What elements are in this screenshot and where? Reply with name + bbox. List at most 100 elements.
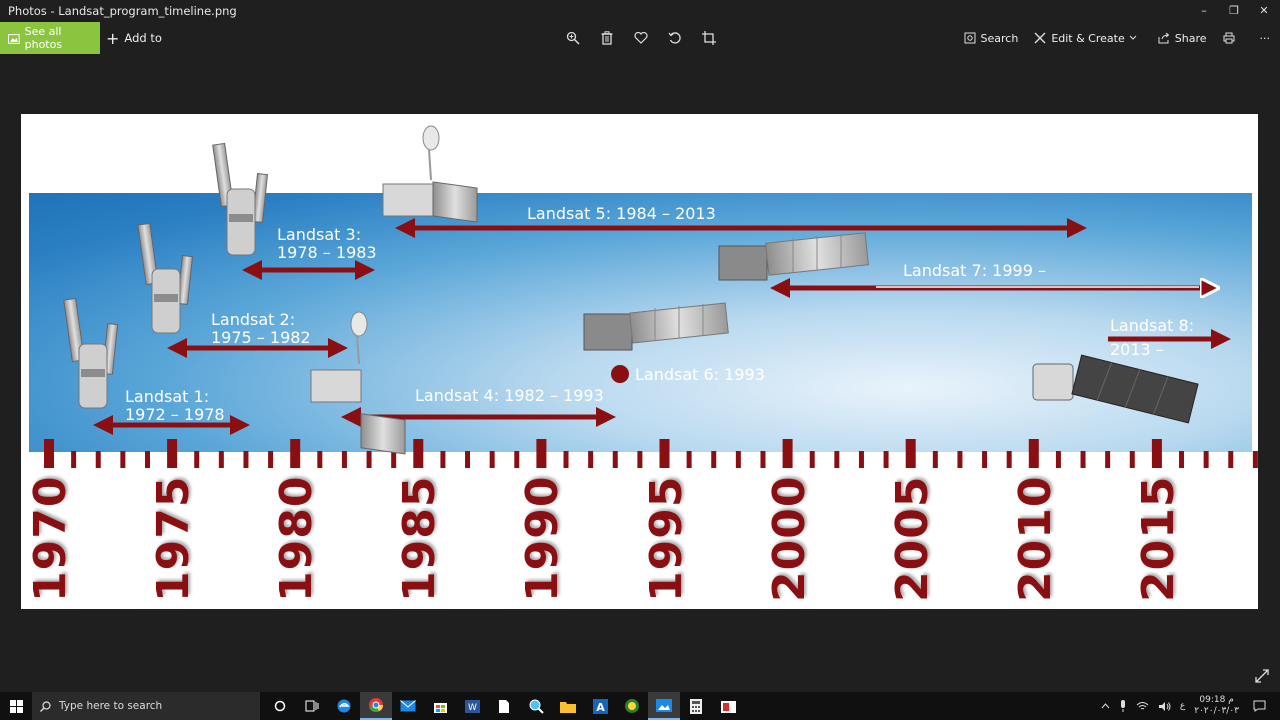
add-to-button[interactable]: + Add to bbox=[106, 22, 162, 54]
clock-date: ۲۰۲۰/۰۳/۰۳ bbox=[1194, 706, 1239, 716]
calculator-app[interactable] bbox=[680, 692, 712, 720]
photos-app[interactable] bbox=[648, 692, 680, 720]
globe-app[interactable] bbox=[616, 692, 648, 720]
microphone-icon[interactable] bbox=[1119, 700, 1127, 712]
mail-icon bbox=[400, 700, 416, 712]
office-app[interactable] bbox=[712, 692, 744, 720]
clock-time: 09:18 م bbox=[1199, 695, 1234, 705]
chevron-down-icon bbox=[1129, 35, 1137, 40]
ruler-minor-tick bbox=[71, 451, 77, 468]
notification-center-icon[interactable] bbox=[1253, 700, 1266, 712]
see-all-photos-label: See all photos bbox=[24, 25, 63, 51]
minimize-button[interactable]: – bbox=[1188, 0, 1220, 22]
fullscreen-icon[interactable] bbox=[1254, 668, 1270, 684]
taskbar-apps: W A bbox=[264, 692, 744, 720]
task-view-button[interactable] bbox=[296, 692, 328, 720]
year-label: 2015 bbox=[1132, 475, 1184, 602]
close-button[interactable]: ✕ bbox=[1248, 0, 1280, 22]
year-label: 1985 bbox=[394, 475, 446, 602]
cortana-button[interactable] bbox=[264, 692, 296, 720]
calculator-icon bbox=[690, 698, 702, 714]
restore-button[interactable]: ❐ bbox=[1218, 0, 1250, 22]
windows-icon bbox=[9, 699, 23, 713]
print-button[interactable] bbox=[1223, 32, 1240, 44]
ruler-minor-tick bbox=[489, 451, 495, 468]
start-button[interactable] bbox=[0, 692, 32, 720]
globe-icon bbox=[625, 699, 639, 713]
crop-button[interactable] bbox=[699, 28, 719, 48]
search-app[interactable] bbox=[520, 692, 552, 720]
ruler-major-tick bbox=[536, 439, 547, 468]
mail-app[interactable] bbox=[392, 692, 424, 720]
see-all-photos-button[interactable]: See all photos bbox=[0, 22, 100, 54]
chrome-app[interactable] bbox=[360, 692, 392, 720]
task-view-icon bbox=[305, 700, 319, 712]
wifi-icon[interactable] bbox=[1136, 701, 1149, 711]
share-icon bbox=[1158, 32, 1170, 44]
search-icon bbox=[40, 700, 51, 712]
ruler-minor-tick bbox=[932, 451, 938, 468]
ruler-major-tick bbox=[413, 439, 424, 468]
edit-icon bbox=[1034, 32, 1046, 44]
taskbar-search-placeholder: Type here to search bbox=[59, 700, 163, 712]
ruler-minor-tick bbox=[391, 451, 397, 468]
landsat-5-label: Landsat 5: 1984 – 2013 bbox=[527, 204, 716, 223]
heart-icon bbox=[634, 32, 648, 44]
edit-create-button[interactable]: Edit & Create bbox=[1034, 32, 1141, 45]
ruler-minor-tick bbox=[760, 451, 766, 468]
landsat-8-name: Landsat 8: bbox=[1110, 316, 1195, 335]
more-button[interactable]: ··· bbox=[1260, 32, 1271, 45]
font-app[interactable]: A bbox=[584, 692, 616, 720]
system-tray: ع 09:18 م ۲۰۲۰/۰۳/۰۳ bbox=[1101, 692, 1280, 720]
ruler-minor-tick bbox=[563, 451, 569, 468]
landsat-6-label: Landsat 6: 1993 bbox=[635, 365, 765, 384]
clock[interactable]: 09:18 م ۲۰۲۰/۰۳/۰۳ bbox=[1194, 695, 1239, 717]
landsat-1-years: 1972 – 1978 bbox=[125, 405, 225, 424]
taskbar: Type here to search W A ع 09:18 م ۲۰۲۰/۰… bbox=[0, 692, 1280, 720]
landsat-7-satellite bbox=[718, 232, 869, 281]
print-icon bbox=[1223, 32, 1234, 44]
mic-glyph bbox=[1120, 700, 1125, 712]
ruler-minor-tick bbox=[588, 451, 594, 468]
ruler-minor-tick bbox=[1080, 451, 1086, 468]
ruler-major-tick bbox=[44, 439, 54, 468]
landsat-4-satellite bbox=[310, 311, 406, 455]
zoom-button[interactable] bbox=[563, 28, 583, 48]
taskbar-search[interactable]: Type here to search bbox=[32, 692, 260, 720]
ruler-major-tick bbox=[167, 439, 178, 468]
window-title: Photos - Landsat_program_timeline.png bbox=[8, 4, 237, 18]
ruler-minor-tick bbox=[1179, 451, 1185, 468]
file-explorer-app[interactable] bbox=[552, 692, 584, 720]
rotate-button[interactable] bbox=[665, 28, 685, 48]
ruler-minor-tick bbox=[1203, 451, 1209, 468]
landsat-6-dot bbox=[611, 365, 629, 383]
ruler-minor-tick bbox=[268, 451, 274, 468]
landsat-3-label: Landsat 3: 1978 – 1983 bbox=[277, 226, 377, 262]
letter-a-icon: A bbox=[592, 698, 608, 714]
ruler-minor-tick bbox=[858, 451, 864, 468]
store-app[interactable] bbox=[424, 692, 456, 720]
edge-app[interactable] bbox=[328, 692, 360, 720]
ruler-minor-tick bbox=[514, 451, 520, 468]
favorite-button[interactable] bbox=[631, 28, 651, 48]
edge-icon bbox=[337, 699, 351, 713]
year-ruler bbox=[29, 439, 1258, 468]
year-label: 1995 bbox=[640, 475, 692, 602]
show-hidden-icons[interactable] bbox=[1101, 703, 1110, 709]
landsat-4-label: Landsat 4: 1982 – 1993 bbox=[415, 386, 604, 405]
ruler-minor-tick bbox=[686, 451, 692, 468]
search-button[interactable]: Search bbox=[964, 32, 1018, 45]
word-app[interactable]: W bbox=[456, 692, 488, 720]
ruler-minor-tick bbox=[957, 451, 963, 468]
delete-button[interactable] bbox=[597, 28, 617, 48]
photos-toolbar: See all photos + Add to Search Edit & Cr… bbox=[0, 22, 1280, 56]
share-button[interactable]: Share bbox=[1158, 32, 1207, 45]
ruler-minor-tick bbox=[809, 451, 815, 468]
volume-icon[interactable] bbox=[1158, 701, 1171, 712]
document-icon bbox=[499, 699, 509, 713]
notepad-app[interactable] bbox=[488, 692, 520, 720]
ruler-minor-tick bbox=[735, 451, 741, 468]
timeline-graphics bbox=[29, 125, 1258, 468]
ruler-minor-tick bbox=[366, 451, 372, 468]
language-indicator[interactable]: ع bbox=[1180, 701, 1185, 711]
